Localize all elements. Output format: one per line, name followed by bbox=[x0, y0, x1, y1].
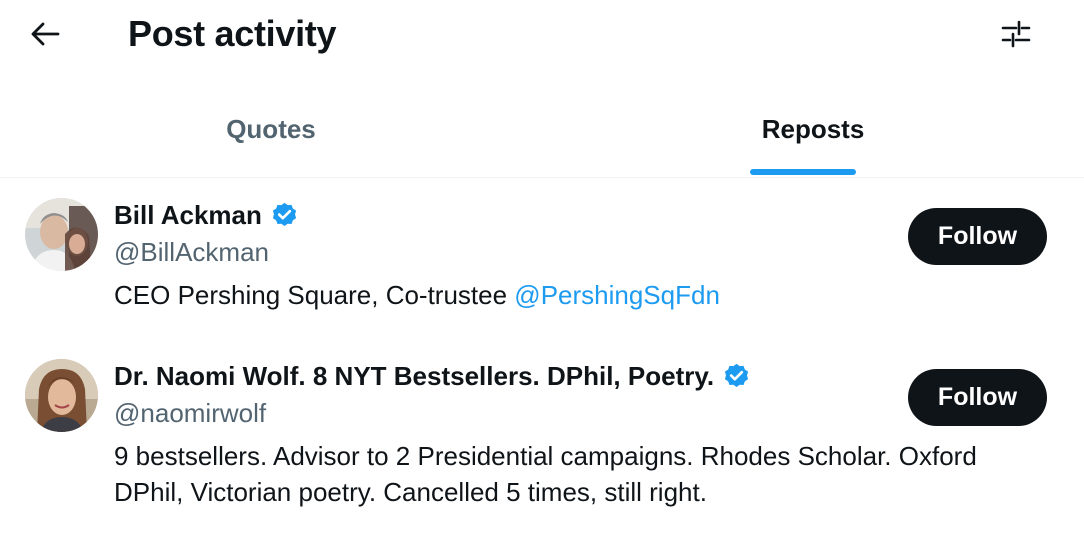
user-body: Dr. Naomi Wolf. 8 NYT Bestsellers. DPhil… bbox=[114, 359, 1044, 510]
follow-button[interactable]: Follow bbox=[908, 208, 1047, 265]
active-tab-indicator bbox=[750, 169, 856, 175]
back-button[interactable] bbox=[22, 14, 68, 54]
bio-text: CEO Pershing Square, Co-trustee bbox=[114, 280, 515, 310]
avatar[interactable] bbox=[25, 198, 98, 271]
tab-reposts-label: Reposts bbox=[761, 114, 865, 144]
follow-button[interactable]: Follow bbox=[908, 369, 1047, 426]
name-row: Bill Ackman bbox=[114, 198, 1044, 232]
sliders-icon bbox=[1001, 20, 1031, 48]
user-cell[interactable]: Dr. Naomi Wolf. 8 NYT Bestsellers. DPhil… bbox=[0, 359, 1084, 529]
top-bar: Post activity bbox=[0, 0, 1084, 70]
user-name[interactable]: Bill Ackman bbox=[114, 199, 262, 231]
user-handle[interactable]: @BillAckman bbox=[114, 235, 1044, 269]
user-cell[interactable]: Bill Ackman @BillAckman CEO Pershing Squ… bbox=[0, 198, 1084, 338]
user-name[interactable]: Dr. Naomi Wolf. 8 NYT Bestsellers. DPhil… bbox=[114, 360, 714, 392]
tab-reposts[interactable]: Reposts bbox=[542, 88, 1084, 177]
verified-badge-icon[interactable] bbox=[722, 362, 751, 391]
bio-line: 9 bestsellers. Advisor to 2 Presidential… bbox=[114, 441, 977, 471]
avatar[interactable] bbox=[25, 359, 98, 432]
user-bio: CEO Pershing Square, Co-trustee @Pershin… bbox=[114, 277, 1044, 313]
name-row: Dr. Naomi Wolf. 8 NYT Bestsellers. DPhil… bbox=[114, 359, 1044, 393]
tab-quotes-label: Quotes bbox=[226, 114, 316, 144]
tab-bar: Quotes Reposts bbox=[0, 88, 1084, 178]
page-title: Post activity bbox=[128, 13, 337, 54]
filter-button[interactable] bbox=[993, 12, 1039, 56]
verified-badge-icon[interactable] bbox=[270, 201, 299, 230]
user-handle[interactable]: @naomirwolf bbox=[114, 396, 1044, 430]
bio-line: DPhil, Victorian poetry. Cancelled 5 tim… bbox=[114, 477, 707, 507]
user-body: Bill Ackman @BillAckman CEO Pershing Squ… bbox=[114, 198, 1044, 313]
tab-quotes[interactable]: Quotes bbox=[0, 88, 542, 177]
arrow-left-icon bbox=[31, 22, 60, 46]
bio-mention-link[interactable]: @PershingSqFdn bbox=[514, 280, 720, 310]
user-bio: 9 bestsellers. Advisor to 2 Presidential… bbox=[114, 438, 1044, 510]
